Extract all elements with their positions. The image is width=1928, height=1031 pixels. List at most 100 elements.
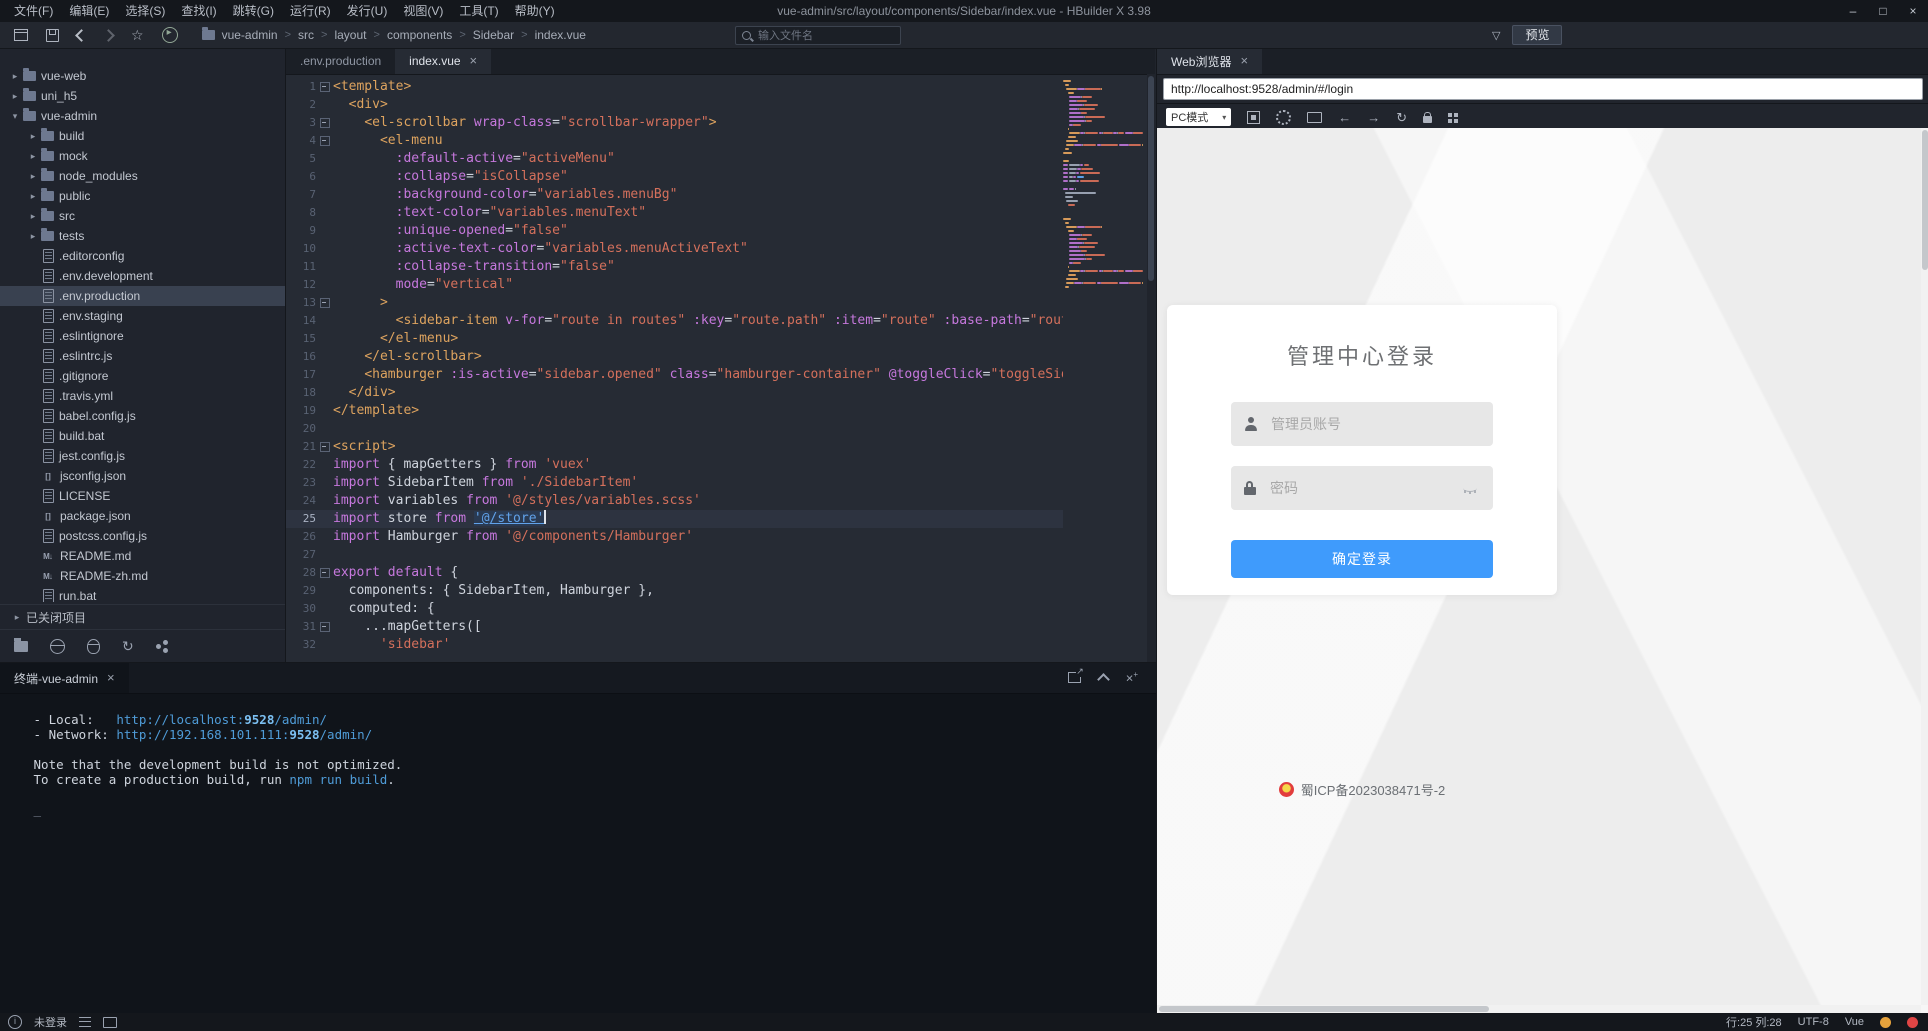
tree-item[interactable]: ▸ node_modules <box>0 166 285 186</box>
tree-item[interactable]: .eslintignore <box>0 326 285 346</box>
tree-item[interactable]: .env.production <box>0 286 285 306</box>
menu-item[interactable]: 视图(V) <box>395 0 451 22</box>
minimize-button[interactable]: – <box>1838 0 1868 22</box>
capture-icon[interactable] <box>1247 110 1261 124</box>
browser-vscroll-thumb[interactable] <box>1922 130 1928 270</box>
tree-item[interactable]: ▾ vue-admin <box>0 106 285 126</box>
tree-item[interactable]: build.bat <box>0 426 285 446</box>
username-field[interactable] <box>1231 402 1493 446</box>
terminal-link[interactable]: /admin/ <box>320 727 373 742</box>
tree-item[interactable]: [ ] jsconfig.json <box>0 466 285 486</box>
terminal-link[interactable]: http://localhost: <box>116 712 244 727</box>
tree-item[interactable]: .eslintrc.js <box>0 346 285 366</box>
breadcrumb-item[interactable]: vue-admin <box>222 28 278 42</box>
breadcrumb-item[interactable]: layout <box>334 28 366 42</box>
url-input[interactable] <box>1163 78 1923 100</box>
menu-item[interactable]: 编辑(E) <box>61 0 117 22</box>
menu-item[interactable]: 运行(R) <box>282 0 339 22</box>
browser-horizontal-scrollbar[interactable] <box>1157 1005 1921 1013</box>
browser-refresh-icon[interactable]: ↻ <box>1396 111 1407 124</box>
editor-tab[interactable]: index.vue × <box>395 48 492 74</box>
terminal-tab[interactable]: 终端-vue-admin × <box>0 663 129 693</box>
password-field[interactable] <box>1231 466 1493 510</box>
tree-item[interactable]: ▸ tests <box>0 226 285 246</box>
star-icon[interactable] <box>131 27 144 44</box>
browser-tab[interactable]: Web浏览器 × <box>1157 48 1263 74</box>
username-input[interactable] <box>1269 415 1480 433</box>
login-submit-button[interactable]: 确定登录 <box>1231 540 1493 578</box>
tree-item[interactable]: ▸ mock <box>0 146 285 166</box>
menu-item[interactable]: 文件(F) <box>6 0 61 22</box>
tree-item[interactable]: babel.config.js <box>0 406 285 426</box>
debug-icon[interactable] <box>87 638 100 654</box>
terminal-link[interactable]: 9528 <box>289 727 319 742</box>
tree-item[interactable]: .gitignore <box>0 366 285 386</box>
cursor-position[interactable]: 行:25 列:28 <box>1726 1014 1782 1030</box>
password-input[interactable] <box>1268 479 1451 497</box>
tree-item[interactable]: jest.config.js <box>0 446 285 466</box>
filter-icon[interactable] <box>1492 28 1500 42</box>
notification-red-icon[interactable] <box>1907 1016 1918 1028</box>
menu-item[interactable]: 跳转(G) <box>225 0 282 22</box>
closed-projects-row[interactable]: ▸ 已关闭项目 <box>0 604 285 630</box>
file-search-box[interactable] <box>735 26 901 45</box>
editor-scrollbar[interactable] <box>1147 74 1155 662</box>
run-icon[interactable] <box>161 27 178 43</box>
terminal-link[interactable]: 9528 <box>244 712 274 727</box>
browser-back-icon[interactable]: ← <box>1338 111 1351 124</box>
editor-tab[interactable]: .env.production <box>286 48 395 74</box>
tree-item[interactable]: LICENSE <box>0 486 285 506</box>
maximize-button[interactable]: □ <box>1868 0 1898 22</box>
tree-item[interactable]: ▸ uni_h5 <box>0 86 285 106</box>
browser-forward-icon[interactable]: → <box>1367 111 1380 124</box>
encoding-indicator[interactable]: UTF-8 <box>1798 1016 1829 1028</box>
breadcrumb-item[interactable]: Sidebar <box>473 28 514 42</box>
terminal-tab-close-icon[interactable]: × <box>107 671 115 684</box>
menu-item[interactable]: 发行(U) <box>339 0 396 22</box>
editor-scrollbar-thumb[interactable] <box>1148 76 1154 281</box>
tree-item[interactable]: .travis.yml <box>0 386 285 406</box>
tree-item[interactable]: ▸ vue-web <box>0 66 285 86</box>
gear-icon[interactable] <box>1276 109 1292 125</box>
terminal-link[interactable]: /admin/ <box>274 712 327 727</box>
browser-vertical-scrollbar[interactable] <box>1921 128 1928 1005</box>
tab-close-icon[interactable]: × <box>470 54 478 67</box>
tree-item[interactable]: .editorconfig <box>0 246 285 266</box>
close-terminal-icon[interactable]: × <box>1126 670 1138 686</box>
open-external-icon[interactable] <box>1067 666 1084 684</box>
code-area[interactable]: 1 <template> 2 <div> 3 <el-scrollbar wrap-c… <box>286 78 1063 662</box>
language-indicator[interactable]: Vue <box>1845 1016 1864 1028</box>
tree-item[interactable]: ▸ public <box>0 186 285 206</box>
tree-item[interactable]: M↓ README.md <box>0 546 285 566</box>
list-icon[interactable] <box>79 1017 91 1027</box>
breadcrumb-item[interactable]: components <box>387 28 452 42</box>
new-project-icon[interactable] <box>14 637 28 652</box>
terminal-link[interactable]: http://192.168.101.111: <box>116 727 289 742</box>
save-icon[interactable] <box>46 28 59 42</box>
menu-item[interactable]: 选择(S) <box>117 0 173 22</box>
browser-sync-icon[interactable] <box>50 638 65 654</box>
grid-icon[interactable] <box>1448 113 1453 117</box>
tree-item[interactable]: ▸ build <box>0 126 285 146</box>
menu-item[interactable]: 帮助(Y) <box>507 0 563 22</box>
tree-item[interactable]: M↓ README-zh.md <box>0 566 285 586</box>
tree-item[interactable]: ▸ src <box>0 206 285 226</box>
tree-item[interactable]: .env.staging <box>0 306 285 326</box>
tree-item[interactable]: [ ] package.json <box>0 506 285 526</box>
image-icon[interactable] <box>103 1016 117 1028</box>
tree-item[interactable]: postcss.config.js <box>0 526 285 546</box>
notification-orange-icon[interactable] <box>1880 1016 1891 1028</box>
minimap[interactable] <box>1063 80 1147 662</box>
preview-button[interactable]: 预览 <box>1512 25 1563 45</box>
lock-icon[interactable] <box>1423 111 1433 123</box>
fold-toggle-icon[interactable] <box>316 618 333 636</box>
terminal-link[interactable]: npm run build <box>289 772 387 787</box>
forward-icon[interactable] <box>102 28 115 42</box>
fold-toggle-icon[interactable] <box>316 78 333 96</box>
tree-item[interactable]: .env.development <box>0 266 285 286</box>
breadcrumb-item[interactable]: index.vue <box>535 28 586 42</box>
fold-toggle-icon[interactable] <box>316 132 333 150</box>
refresh-icon[interactable] <box>122 638 134 655</box>
screenshot-icon[interactable] <box>1307 111 1323 123</box>
file-search-input[interactable] <box>756 28 894 43</box>
